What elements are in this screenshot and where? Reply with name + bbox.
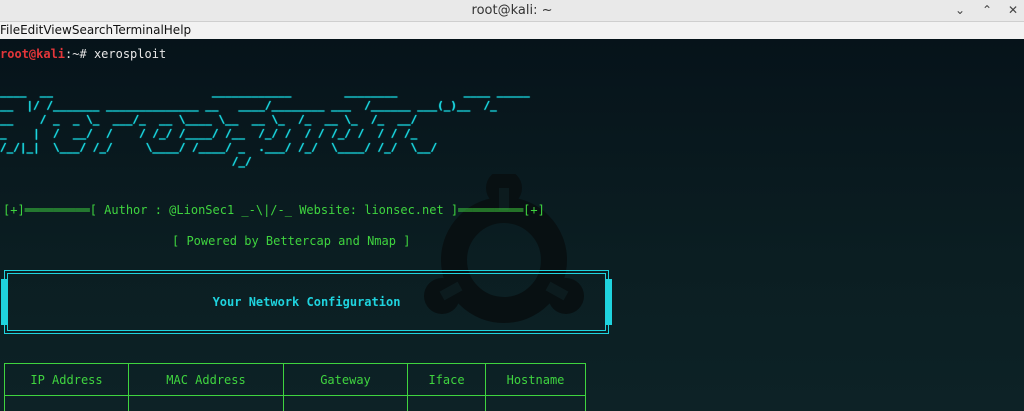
menu-terminal[interactable]: Terminal	[113, 22, 164, 39]
menu-help[interactable]: Help	[164, 22, 191, 39]
table-cell	[485, 395, 586, 411]
table-cell	[128, 395, 284, 411]
network-config-title: Your Network Configuration	[212, 295, 401, 309]
window-title: root@kali: ~	[471, 3, 553, 18]
table-row	[4, 395, 586, 411]
network-config-box: Your Network Configuration	[1, 270, 612, 334]
prompt-path: :~#	[65, 47, 94, 61]
prompt-user: root@kali	[0, 47, 66, 61]
menu-edit[interactable]: Edit	[20, 22, 43, 39]
header-gateway: Gateway	[283, 363, 408, 396]
terminal-area[interactable]: root@kali:~# xerosploit ____ __ ________…	[0, 39, 1024, 411]
maximize-button[interactable]: ⌃	[978, 2, 996, 18]
minimize-button[interactable]: ⌄	[951, 2, 969, 18]
menu-search[interactable]: Search	[72, 22, 113, 39]
powered-by-line: [ Powered by Bettercap and Nmap ]	[172, 234, 411, 248]
author-line: [+]═════════[ Author : @LionSec1 _-\|/-_…	[3, 203, 545, 217]
prompt-command: xerosploit	[93, 47, 167, 61]
xerosploit-banner: ____ __ ____________ ________ ____ _____…	[0, 85, 530, 168]
table-cell	[283, 395, 408, 411]
close-button[interactable]: ✕	[1004, 2, 1022, 18]
table-header-row: IP Address MAC Address Gateway Iface Hos…	[4, 363, 586, 396]
table-cell	[4, 395, 129, 411]
menu-bar: File Edit View Search Terminal Help	[0, 22, 1024, 40]
menu-file[interactable]: File	[0, 22, 20, 39]
terminal-window: root@kali: ~ ⌄ ⌃ ✕ File Edit View Search…	[0, 0, 1024, 411]
header-iface: Iface	[407, 363, 486, 396]
network-table: IP Address MAC Address Gateway Iface Hos…	[4, 363, 586, 411]
title-bar[interactable]: root@kali: ~ ⌄ ⌃ ✕	[0, 0, 1024, 22]
header-mac-address: MAC Address	[128, 363, 284, 396]
menu-view[interactable]: View	[43, 22, 71, 39]
shell-prompt: root@kali:~# xerosploit	[0, 47, 166, 61]
header-ip-address: IP Address	[4, 363, 129, 396]
header-hostname: Hostname	[485, 363, 586, 396]
table-cell	[407, 395, 486, 411]
